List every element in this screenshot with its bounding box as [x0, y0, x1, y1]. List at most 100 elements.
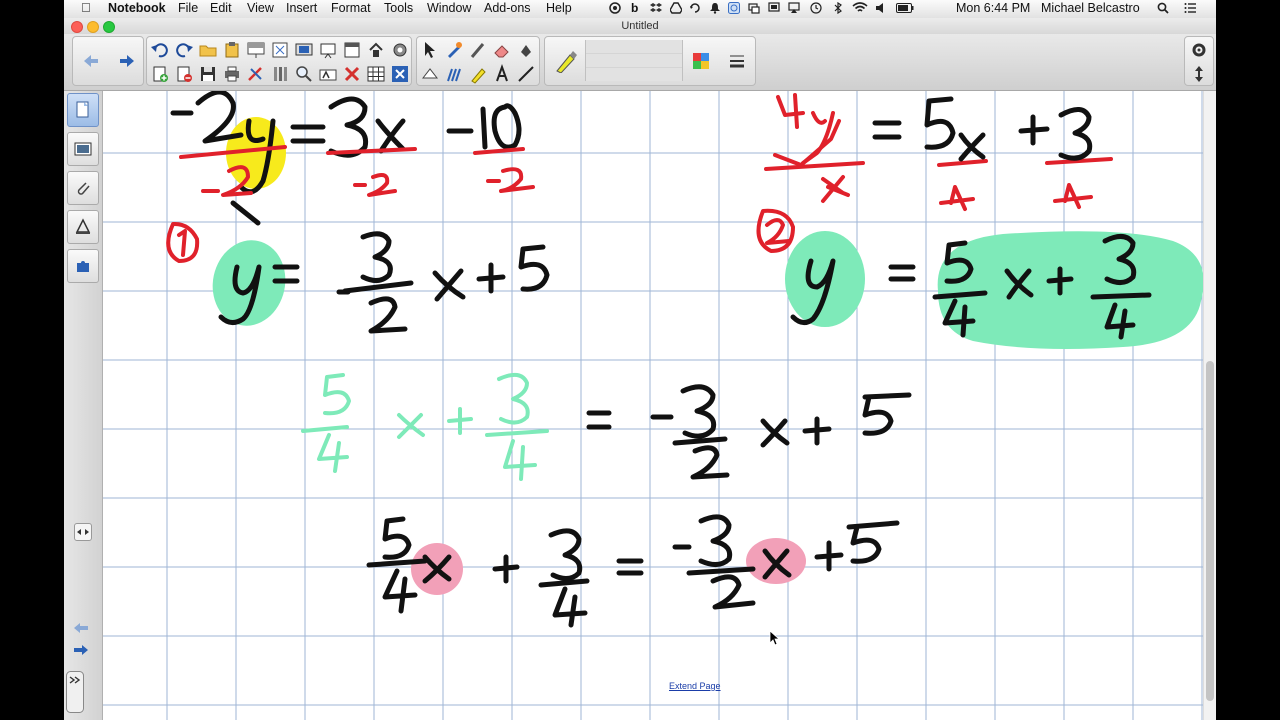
document-camera-icon[interactable] [318, 40, 338, 60]
line-width-icon[interactable] [727, 51, 747, 71]
clock[interactable]: Mon 6:44 PM [956, 1, 1030, 15]
properties-icon[interactable] [270, 64, 290, 84]
zoom-window-button[interactable] [103, 21, 115, 33]
insert-table-icon[interactable] [366, 64, 386, 84]
record-icon[interactable] [609, 2, 621, 14]
sidebar-forward-icon[interactable] [72, 643, 90, 657]
airplay-icon[interactable] [788, 2, 800, 14]
paste-icon[interactable] [222, 40, 242, 60]
attachments-tab[interactable] [67, 171, 99, 205]
mirror-icon[interactable] [748, 2, 760, 14]
vertical-scrollbar[interactable] [1203, 91, 1216, 720]
add-page-icon[interactable] [150, 64, 170, 84]
dropbox-icon[interactable] [650, 2, 662, 14]
toolbar-position-icon[interactable] [1189, 64, 1209, 84]
menu-view[interactable]: View [247, 1, 274, 15]
display-icon[interactable] [768, 2, 780, 14]
delete-icon[interactable] [342, 64, 362, 84]
creative-pen-icon[interactable] [468, 40, 488, 60]
spotlight-search-icon[interactable] [1157, 2, 1169, 14]
battery-icon[interactable] [896, 2, 914, 14]
text-icon[interactable] [492, 64, 512, 84]
full-screen-icon[interactable] [270, 40, 290, 60]
equation-1-divisors [166, 145, 535, 263]
side-bar [64, 91, 103, 720]
screen-shade-icon[interactable] [246, 40, 266, 60]
apple-icon[interactable]:  [81, 0, 91, 15]
gear-icon[interactable] [1189, 40, 1209, 60]
menu-tools[interactable]: Tools [384, 1, 413, 15]
circle-number-2 [756, 208, 795, 253]
menu-app-name[interactable]: Notebook [108, 1, 166, 15]
menu-file[interactable]: File [178, 1, 198, 15]
drive-icon[interactable] [670, 2, 682, 14]
line-style-swatches[interactable] [585, 40, 683, 81]
open-folder-icon[interactable] [198, 40, 218, 60]
clear-ink-icon[interactable] [246, 64, 266, 84]
previous-page-icon[interactable] [81, 51, 101, 71]
sync-icon[interactable] [689, 2, 701, 14]
undo-icon[interactable] [150, 40, 170, 60]
volume-icon[interactable] [875, 2, 887, 14]
mouse-cursor-icon [769, 630, 781, 646]
gallery-tab[interactable] [67, 132, 99, 166]
line-icon[interactable] [516, 64, 536, 84]
save-disk-icon[interactable] [198, 64, 218, 84]
pen-icon[interactable] [444, 40, 464, 60]
close-window-button[interactable] [71, 21, 83, 33]
properties-tab[interactable] [67, 210, 99, 244]
equation-3-green [301, 372, 549, 481]
page-sorter-tab[interactable] [67, 93, 99, 127]
capture-icon[interactable] [294, 40, 314, 60]
notification-center-icon[interactable] [1184, 2, 1196, 14]
equation-2 [872, 96, 1093, 162]
color-palette-icon[interactable] [691, 51, 711, 71]
whiteboard-page[interactable]: Extend Page [103, 91, 1216, 720]
equation-3-black [586, 384, 912, 480]
bluetooth-icon[interactable] [832, 2, 844, 14]
screen-capture-icon[interactable] [728, 2, 740, 14]
menu-add-ons[interactable]: Add-ons [484, 1, 531, 15]
b-icon[interactable]: b [631, 1, 638, 15]
menu-edit[interactable]: Edit [210, 1, 232, 15]
zoom-icon[interactable] [294, 64, 314, 84]
save-icon[interactable] [366, 40, 386, 60]
add-ons-tab[interactable] [67, 249, 99, 283]
redo-icon[interactable] [174, 40, 194, 60]
menu-help[interactable]: Help [546, 1, 572, 15]
gallery-icon [74, 142, 92, 156]
page-sorter-icon [76, 101, 89, 118]
select-arrow-icon[interactable] [420, 40, 440, 60]
bell-icon[interactable] [709, 2, 721, 14]
sidebar-back-icon[interactable] [72, 621, 90, 635]
close-document-icon[interactable] [390, 64, 410, 84]
right-controls [1184, 36, 1214, 86]
print-icon[interactable] [222, 64, 242, 84]
auto-hide-icon[interactable] [74, 523, 92, 541]
menu-insert[interactable]: Insert [286, 1, 317, 15]
navigation-group [72, 36, 144, 86]
shape-eraser-icon[interactable] [420, 64, 440, 84]
wifi-icon[interactable] [852, 2, 868, 14]
tool-group [416, 36, 540, 86]
pens-icon[interactable] [444, 64, 464, 84]
user-name[interactable]: Michael Belcastro [1041, 1, 1140, 15]
table-insert-icon[interactable] [342, 40, 362, 60]
extend-page-link[interactable]: Extend Page [669, 681, 721, 691]
active-highlighter-icon[interactable] [554, 49, 578, 73]
menu-window[interactable]: Window [427, 1, 471, 15]
fill-icon[interactable] [516, 40, 536, 60]
green-highlight-rhs2 [937, 231, 1204, 349]
eraser-icon[interactable] [492, 40, 512, 60]
settings-gear-icon[interactable] [390, 40, 410, 60]
delete-page-icon[interactable] [174, 64, 194, 84]
expand-sidebar-icon[interactable] [66, 671, 84, 713]
menu-format[interactable]: Format [331, 1, 371, 15]
next-page-icon[interactable] [117, 51, 137, 71]
equation-1 [170, 91, 522, 226]
text-tool-icon[interactable] [318, 64, 338, 84]
highlighter-icon[interactable] [468, 64, 488, 84]
minimize-window-button[interactable] [87, 21, 99, 33]
scrollbar-thumb[interactable] [1206, 361, 1214, 701]
time-machine-icon[interactable] [810, 2, 822, 14]
